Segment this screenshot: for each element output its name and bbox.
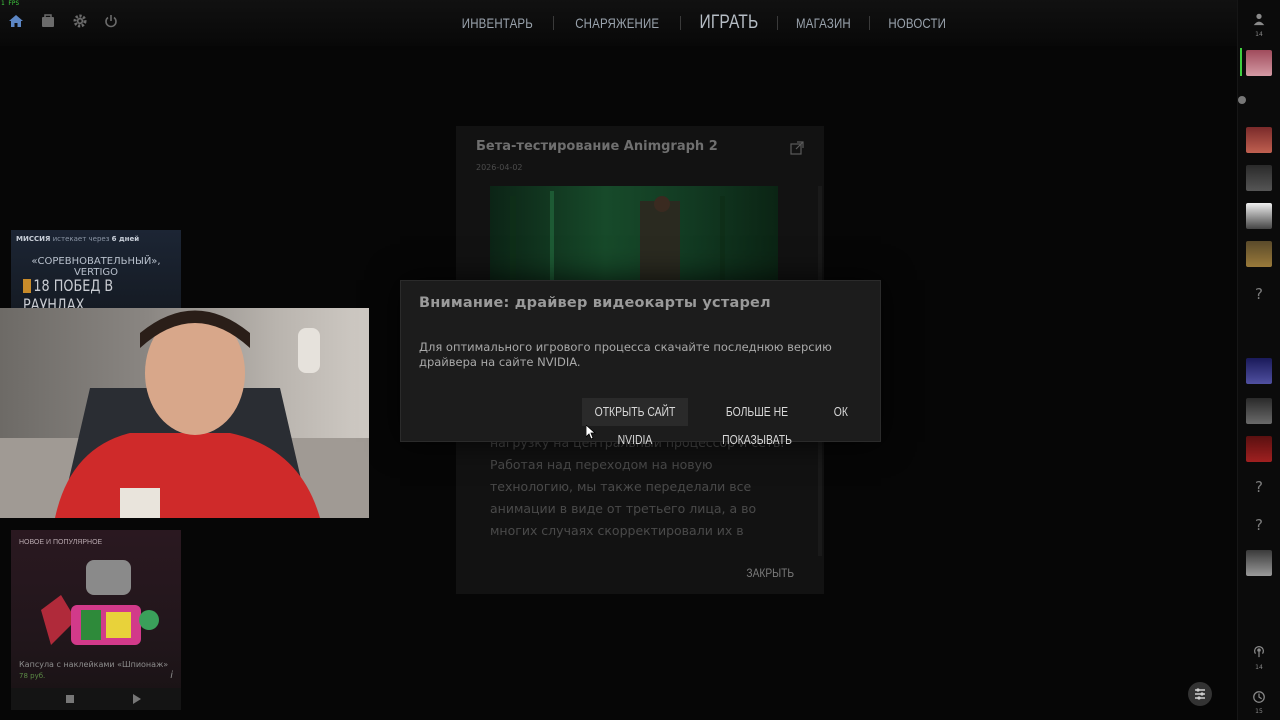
news-date: 2026-04-02 bbox=[476, 163, 523, 172]
nav-divider bbox=[680, 16, 682, 30]
friends-rail: 14 ? ? ? 14 15 bbox=[1237, 0, 1280, 720]
inventory-case-icon[interactable] bbox=[40, 13, 56, 29]
streamer-figure bbox=[0, 310, 369, 518]
mission-expires-value: 6 дней bbox=[111, 235, 140, 243]
mission-goal-icon bbox=[23, 279, 31, 293]
friend-avatar[interactable] bbox=[1246, 398, 1272, 424]
gear-icon[interactable] bbox=[72, 13, 88, 29]
friend-avatar[interactable] bbox=[1246, 550, 1272, 576]
friend-avatar[interactable] bbox=[1246, 241, 1272, 267]
news-close-button[interactable]: ЗАКРЫТЬ bbox=[746, 566, 794, 580]
top-bar: 1 FPS ИНВЕНТАРЬ СНАРЯЖЕНИЕ ИГРАТЬ МАГАЗИ… bbox=[0, 0, 1280, 46]
driver-warning-dialog: Внимание: драйвер видеокарты устарел Для… bbox=[400, 280, 881, 447]
mission-card[interactable]: МИССИЯ истекает через 6 дней «СОРЕВНОВАТ… bbox=[11, 230, 181, 314]
promo-item-name: Капсула с наклейками «Шпионаж» bbox=[19, 660, 169, 669]
power-icon[interactable] bbox=[103, 13, 119, 29]
open-nvidia-site-label: ОТКРЫТЬ САЙТ NVIDIA bbox=[594, 404, 676, 447]
nav-news[interactable]: НОВОСТИ bbox=[878, 15, 955, 31]
mission-mode: «СОРЕВНОВАТЕЛЬНЫЙ», VERTIGO bbox=[31, 256, 161, 278]
external-link-icon[interactable] bbox=[790, 140, 804, 155]
dont-show-again-button[interactable]: БОЛЬШЕ НЕ ПОКАЗЫВАТЬ bbox=[696, 398, 818, 447]
promo-controls bbox=[11, 688, 181, 710]
friends-count: 14 bbox=[1255, 31, 1263, 38]
broadcast-icon[interactable] bbox=[1246, 644, 1272, 664]
online-indicator bbox=[1240, 48, 1242, 76]
friend-toggle-icon[interactable] bbox=[1238, 96, 1246, 104]
ok-button[interactable]: ОК bbox=[829, 398, 853, 426]
broadcast-count: 14 bbox=[1255, 664, 1263, 671]
friend-avatar[interactable] bbox=[1246, 203, 1272, 229]
sticker-capsule-image bbox=[41, 560, 159, 645]
nav-inventory[interactable]: ИНВЕНТАРЬ bbox=[452, 15, 543, 31]
nav-store[interactable]: МАГАЗИН bbox=[786, 15, 861, 31]
info-icon[interactable]: i bbox=[170, 670, 173, 681]
nav-divider bbox=[552, 16, 554, 30]
mission-expires: истекает через bbox=[52, 235, 110, 243]
history-count: 15 bbox=[1255, 708, 1263, 715]
nav-play[interactable]: ИГРАТЬ bbox=[690, 12, 769, 34]
home-icon[interactable] bbox=[8, 13, 24, 29]
news-title: Бета-тестирование Animgraph 2 bbox=[476, 139, 718, 154]
mission-header: МИССИЯ истекает через 6 дней bbox=[16, 235, 139, 243]
open-nvidia-site-button[interactable]: ОТКРЫТЬ САЙТ NVIDIA bbox=[582, 398, 688, 447]
unknown-avatar-icon[interactable]: ? bbox=[1246, 285, 1272, 305]
history-icon[interactable] bbox=[1246, 690, 1272, 710]
ok-label: ОК bbox=[833, 404, 849, 419]
webcam-overlay bbox=[0, 308, 369, 518]
friend-avatar[interactable] bbox=[1246, 50, 1272, 76]
dialog-title: Внимание: драйвер видеокарты устарел bbox=[419, 295, 771, 311]
sliders-settings-icon[interactable] bbox=[1188, 682, 1212, 706]
friend-avatar[interactable] bbox=[1246, 436, 1272, 462]
unknown-avatar-icon[interactable]: ? bbox=[1246, 516, 1272, 536]
main-nav: ИНВЕНТАРЬ СНАРЯЖЕНИЕ ИГРАТЬ МАГАЗИН НОВО… bbox=[442, 10, 964, 36]
promo-header: НОВОЕ И ПОПУЛЯРНОЕ bbox=[19, 539, 103, 546]
friends-icon[interactable] bbox=[1246, 12, 1272, 32]
friend-avatar[interactable] bbox=[1246, 165, 1272, 191]
fps-counter: 1 FPS bbox=[1, 0, 20, 7]
unknown-avatar-icon[interactable]: ? bbox=[1246, 478, 1272, 498]
pause-icon[interactable] bbox=[66, 695, 74, 703]
nav-divider bbox=[777, 16, 779, 30]
nav-divider bbox=[868, 16, 870, 30]
nav-loadout[interactable]: СНАРЯЖЕНИЕ bbox=[565, 15, 669, 31]
next-icon[interactable] bbox=[133, 694, 141, 704]
friend-avatar[interactable] bbox=[1246, 127, 1272, 153]
promo-card[interactable]: НОВОЕ И ПОПУЛЯРНОЕ Капсула с наклейками … bbox=[11, 530, 181, 710]
promo-item-price: 78 руб. bbox=[19, 672, 46, 680]
mouse-cursor-icon bbox=[585, 424, 597, 440]
dont-show-again-label: БОЛЬШЕ НЕ ПОКАЗЫВАТЬ bbox=[722, 404, 792, 447]
mission-label: МИССИЯ bbox=[16, 235, 51, 243]
dialog-message: Для оптимального игрового процесса скача… bbox=[419, 340, 832, 369]
friend-avatar[interactable] bbox=[1246, 358, 1272, 384]
news-image bbox=[490, 186, 778, 281]
